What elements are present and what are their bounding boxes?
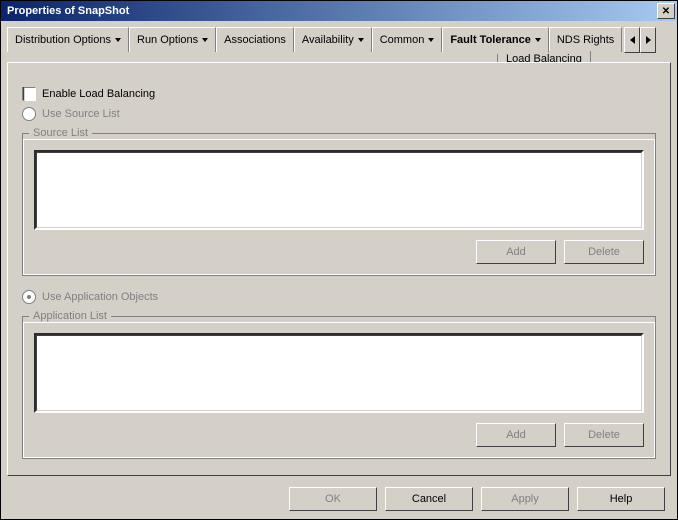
- chevron-down-icon: [428, 38, 434, 42]
- source-list-legend: Source List: [29, 127, 92, 139]
- apply-button[interactable]: Apply: [481, 487, 569, 511]
- properties-window: Properties of SnapShot ✕ Distribution Op…: [0, 0, 678, 520]
- application-list-box[interactable]: [34, 333, 644, 413]
- arrow-left-icon: [630, 36, 635, 44]
- use-source-list-radio[interactable]: Use Source List: [22, 107, 656, 121]
- tab-strip: Distribution Options Run Options Associa…: [7, 27, 671, 63]
- source-list-group: Source List Add Delete: [22, 127, 656, 276]
- app-add-button[interactable]: Add: [476, 423, 556, 447]
- tab-label: Fault Tolerance: [450, 34, 530, 46]
- tab-common[interactable]: Common: [372, 27, 443, 52]
- tab-fault-tolerance[interactable]: Fault Tolerance: [442, 27, 548, 53]
- tab-label: Run Options: [137, 34, 198, 46]
- tab-nds-rights[interactable]: NDS Rights: [549, 27, 622, 52]
- tab-page: Enable Load Balancing Use Source List So…: [7, 62, 671, 476]
- source-delete-button[interactable]: Delete: [564, 240, 644, 264]
- help-button[interactable]: Help: [577, 487, 665, 511]
- close-icon: ✕: [662, 6, 670, 17]
- chevron-down-icon: [115, 38, 121, 42]
- source-list-box[interactable]: [34, 150, 644, 230]
- app-delete-button[interactable]: Delete: [564, 423, 644, 447]
- close-button[interactable]: ✕: [657, 3, 675, 19]
- application-list-group: Application List Add Delete: [22, 310, 656, 459]
- window-title: Properties of SnapShot: [3, 5, 129, 17]
- radio-icon: [22, 290, 36, 304]
- client-area: Distribution Options Run Options Associa…: [1, 21, 677, 519]
- chevron-down-icon: [535, 38, 541, 42]
- radio-label: Use Application Objects: [42, 291, 158, 303]
- checkbox-icon: [22, 87, 36, 101]
- tab-scroll-right[interactable]: [640, 27, 656, 53]
- checkbox-label: Enable Load Balancing: [42, 88, 155, 100]
- chevron-down-icon: [202, 38, 208, 42]
- tab-label: Associations: [224, 34, 286, 46]
- title-bar: Properties of SnapShot ✕: [1, 1, 677, 21]
- arrow-right-icon: [646, 36, 651, 44]
- radio-label: Use Source List: [42, 108, 120, 120]
- tab-scroll-buttons: [624, 27, 656, 53]
- tab-scroll-left[interactable]: [624, 27, 640, 53]
- source-add-button[interactable]: Add: [476, 240, 556, 264]
- tab-label: NDS Rights: [557, 34, 614, 46]
- tab-availability[interactable]: Availability: [294, 27, 372, 52]
- dialog-footer: OK Cancel Apply Help: [289, 487, 665, 511]
- chevron-down-icon: [358, 38, 364, 42]
- application-list-legend: Application List: [29, 310, 111, 322]
- tab-label: Availability: [302, 34, 354, 46]
- tab-distribution-options[interactable]: Distribution Options: [7, 27, 129, 52]
- ok-button[interactable]: OK: [289, 487, 377, 511]
- radio-icon: [22, 107, 36, 121]
- use-application-objects-radio[interactable]: Use Application Objects: [22, 290, 656, 304]
- enable-load-balancing-checkbox[interactable]: Enable Load Balancing: [22, 87, 656, 101]
- cancel-button[interactable]: Cancel: [385, 487, 473, 511]
- tab-label: Common: [380, 34, 425, 46]
- tab-run-options[interactable]: Run Options: [129, 27, 216, 52]
- tab-associations[interactable]: Associations: [216, 27, 294, 52]
- tab-label: Distribution Options: [15, 34, 111, 46]
